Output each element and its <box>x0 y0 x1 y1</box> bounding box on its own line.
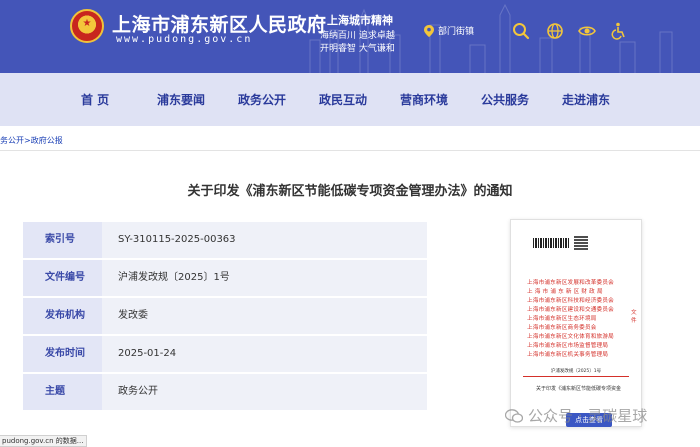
wechat-icon <box>505 408 523 423</box>
meta-label: 主题 <box>23 374 102 410</box>
main-nav: 首 页 浦东要闻 政务公开 政民互动 营商环境 公共服务 走进浦东 <box>0 73 700 126</box>
meta-value: 沪浦发改规〔2025〕1号 <box>102 260 427 296</box>
city-spirit-title: 上海城市精神 <box>327 14 393 27</box>
nav-item-news[interactable]: 浦东要闻 <box>157 91 205 108</box>
meta-label: 文件编号 <box>23 260 102 296</box>
nav-item-business[interactable]: 营商环境 <box>400 91 448 108</box>
issuer-line: 上海市浦东新区发展和改革委员会 <box>527 280 614 286</box>
nav-item-about-pudong[interactable]: 走进浦东 <box>562 91 610 108</box>
preview-doc-number: 沪浦发改规〔2025〕1号 <box>550 369 602 374</box>
page-title: 关于印发《浦东新区节能低碳专项资金管理办法》的通知 <box>187 184 513 199</box>
issuer-line: 上海市浦东新区科技和经济委员会 <box>527 298 614 304</box>
breadcrumb-item[interactable]: 政府公报 <box>31 136 63 145</box>
issuer-line: 上海市浦东新区商务委员会 <box>527 325 597 331</box>
meta-row: 发布机构 发改委 <box>23 298 427 336</box>
issuer-line: 上 海 市 浦 东 新 区 财 政 局 <box>527 289 603 295</box>
meta-label: 发布时间 <box>23 336 102 372</box>
site-header: ★ 上海市浦东新区人民政府 www.pudong.gov.cn 上海城市精神 海… <box>0 0 700 73</box>
department-link[interactable]: 部门街镇 <box>424 24 474 37</box>
issuer-line: 上海市浦东新区机关事务管理局 <box>527 352 609 358</box>
issuer-line: 上海市浦东新区文化体育和旅游局 <box>527 334 614 340</box>
meta-row: 发布时间 2025-01-24 <box>23 336 427 374</box>
issuer-line: 上海市浦东新区市场监督管理局 <box>527 343 609 349</box>
national-emblem-icon: ★ <box>70 9 104 43</box>
breadcrumb-separator: > <box>24 136 31 145</box>
nav-item-interaction[interactable]: 政民互动 <box>319 91 367 108</box>
meta-row: 主题 政务公开 <box>23 374 427 412</box>
divider <box>0 150 700 151</box>
meta-value: SY-310115-2025-00363 <box>102 222 427 258</box>
search-icon[interactable] <box>512 22 530 40</box>
site-title[interactable]: 上海市浦东新区人民政府 <box>112 10 327 37</box>
watermark-text: 公众号 · 灵碳星球 <box>528 407 648 425</box>
breadcrumb: 务公开>政府公报 <box>0 135 63 146</box>
barcode-icon <box>533 238 569 248</box>
nav-item-home[interactable]: 首 页 <box>81 91 109 108</box>
meta-row: 文件编号 沪浦发改规〔2025〕1号 <box>23 260 427 298</box>
city-spirit-line: 海纳百川 追求卓越 <box>320 31 395 41</box>
browser-status-bar: pudong.gov.cn 的数据... <box>0 435 88 447</box>
globe-icon[interactable] <box>546 22 564 40</box>
eye-icon[interactable] <box>578 22 596 40</box>
document-meta-table: 索引号 SY-310115-2025-00363 文件编号 沪浦发改规〔2025… <box>23 222 427 412</box>
watermark: 公众号 · 灵碳星球 <box>505 405 647 426</box>
qr-code-icon <box>574 236 588 250</box>
department-label: 部门街镇 <box>438 27 475 37</box>
nav-item-public-service[interactable]: 公共服务 <box>481 91 529 108</box>
meta-label: 索引号 <box>23 222 102 258</box>
issuer-line: 上海市浦东新区生态环境局 <box>527 316 597 322</box>
preview-subtitle: 关于印发《浦东新区节能低碳专项资金 <box>536 386 622 392</box>
issuer-suffix: 文件 <box>631 310 637 324</box>
issuer-line: 上海市浦东新区建设和交通委员会 <box>527 307 614 313</box>
map-pin-icon <box>424 24 434 37</box>
meta-label: 发布机构 <box>23 298 102 334</box>
breadcrumb-item[interactable]: 务公开 <box>0 136 24 145</box>
site-url: www.pudong.gov.cn <box>116 34 253 45</box>
meta-value: 政务公开 <box>102 374 427 410</box>
meta-value: 2025-01-24 <box>102 336 427 372</box>
nav-item-gov-affairs[interactable]: 政务公开 <box>238 91 286 108</box>
meta-value: 发改委 <box>102 298 427 334</box>
city-spirit-line: 开明睿智 大气谦和 <box>320 44 395 54</box>
document-preview[interactable]: 上海市浦东新区发展和改革委员会 上 海 市 浦 东 新 区 财 政 局 上海市浦… <box>510 219 642 427</box>
accessibility-icon[interactable] <box>610 22 628 40</box>
red-divider <box>523 376 629 377</box>
meta-row: 索引号 SY-310115-2025-00363 <box>23 222 427 260</box>
